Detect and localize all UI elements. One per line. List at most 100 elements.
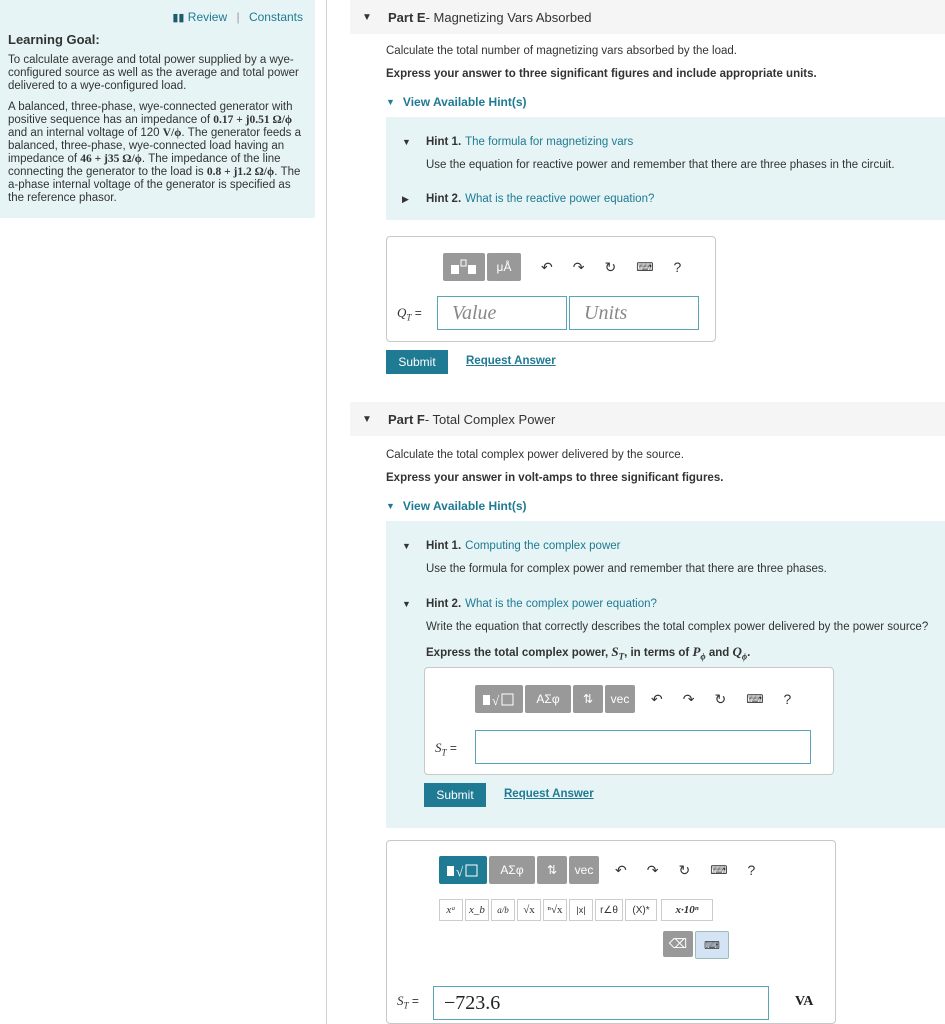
part-e-submit-button[interactable]: Submit [386,350,448,374]
part-e-instruction: Express your answer to three significant… [386,68,817,80]
backspace-icon[interactable]: ⌫ [663,931,693,957]
problem-panel: ▮▮ Review | Constants Learning Goal: To … [0,0,315,218]
nth-root-button[interactable]: ⁿ√x [543,899,567,921]
abs-button[interactable]: |x| [569,899,593,921]
instr-text: , in terms of [624,647,693,659]
part-e-units-input[interactable]: Units [569,296,699,330]
q-phi-symbol: Qϕ [732,644,748,662]
part-e-title: - Magnetizing Vars Absorbed [425,9,592,25]
part-e-toolbar: μÅ ↶ ↷ ↻ ⌨ ? [443,253,681,281]
conjugate-button[interactable]: (X)* [625,899,657,921]
templates-icon: √ [483,693,514,708]
undo-icon[interactable]: ↶ [541,259,553,276]
units-button[interactable]: μÅ [487,253,521,281]
keyboard-icon[interactable]: ⌨ [636,260,653,274]
hint-submit-button[interactable]: Submit [424,783,486,807]
templates-icon [451,259,476,274]
superscript-button[interactable]: xᵃ [439,899,463,921]
part-f-question: Calculate the total complex power delive… [386,449,684,461]
undo-icon[interactable]: ↶ [615,862,627,879]
part-f-hint-1[interactable]: ▼ Hint 1. Computing the complex power [386,540,620,552]
equals-sign: = [408,994,419,1008]
review-link[interactable]: Review [188,10,227,24]
part-f-header[interactable]: ▼ Part F - Total Complex Power [350,402,945,436]
part-e-hint-2[interactable]: ▶ Hint 2. What is the reactive power equ… [386,193,654,205]
polar-button[interactable]: r∠θ [595,899,623,921]
load-impedance: 46 + j35 Ω/ϕ [80,153,142,165]
undo-icon[interactable]: ↶ [651,691,663,708]
problem-text: A balanced, three-phase, wye-connected g… [8,101,307,205]
greek-symbols-button[interactable]: ΑΣφ [525,685,571,713]
redo-icon[interactable]: ↷ [647,862,659,879]
greek-symbols-button[interactable]: ΑΣφ [489,856,535,884]
templates-button-active[interactable]: √ [439,856,487,884]
hint-request-answer[interactable]: Request Answer [504,788,594,800]
problem-statement-box: ▮▮ Review | Constants Learning Goal: To … [0,0,315,218]
chevron-right-icon: ▶ [402,193,409,204]
chevron-down-icon: ▼ [402,137,411,147]
part-e-header[interactable]: ▼ Part E - Magnetizing Vars Absorbed [350,0,945,34]
reset-icon[interactable]: ↻ [714,691,726,708]
sqrt-button[interactable]: √x [517,899,541,921]
hint-var-label: ST = [435,740,457,757]
answer-units: VA [795,994,814,1009]
equals-sign: = [446,741,457,755]
svg-text:√: √ [456,864,464,879]
help-icon[interactable]: ? [748,862,756,878]
redo-icon[interactable]: ↷ [683,691,695,708]
part-f-hints-box: ▼ Hint 1. Computing the complex power Us… [386,521,945,828]
vector-button[interactable]: vec [569,856,599,884]
templates-button[interactable]: √ [475,685,523,713]
part-e-hints-box: ▼ Hint 1. The formula for magnetizing va… [386,117,945,220]
arrows-button[interactable]: ⇅ [573,685,603,713]
part-e-value-input[interactable]: Value [437,296,567,330]
vector-button[interactable]: vec [605,685,635,713]
part-e-request-answer[interactable]: Request Answer [466,355,556,367]
keyboard-icon[interactable]: ⌨ [746,692,763,706]
p-phi-symbol: Pϕ [692,644,706,662]
part-f-hint-2-instruction: Express the total complex power, ST, in … [426,644,751,662]
hint-equation-input[interactable] [475,730,811,764]
hint-number: Hint 1. [426,540,462,552]
hint-number: Hint 2. [426,598,462,610]
part-f-label: Part F [388,411,425,427]
chevron-down-icon: ▼ [402,599,411,609]
part-e-hint-1-body: Use the equation for reactive power and … [426,159,895,171]
part-e-var-label: QT = [397,305,422,322]
keyboard-toggle-icon[interactable]: ⌨ [695,931,729,959]
chevron-down-icon: ▼ [386,97,395,107]
answer-value: −723.6 [444,991,501,1014]
instr-text: and [705,647,733,659]
part-f-answer-box: √ ΑΣφ ⇅ vec ↶ ↷ ↻ ⌨ ? xᵃ x_b a/b √x ⁿ√x … [386,840,836,1024]
reset-icon[interactable]: ↻ [678,862,690,879]
keyboard-icon[interactable]: ⌨ [710,863,727,877]
chevron-down-icon: ▼ [402,541,411,551]
part-f-hint-2[interactable]: ▼ Hint 2. What is the complex power equa… [386,598,657,610]
instr-text: Express the total complex power, [426,647,612,659]
part-f-answer-input[interactable]: −723.6 [433,986,769,1020]
fraction-button[interactable]: a/b [491,899,515,921]
part-e-hint-1[interactable]: ▼ Hint 1. The formula for magnetizing va… [386,136,633,148]
hint-title: Computing the complex power [465,540,621,552]
part-e-answer-box: μÅ ↶ ↷ ↻ ⌨ ? QT = Value Units [386,236,716,342]
view-hints-label: View Available Hint(s) [402,95,527,109]
part-f-view-hints[interactable]: ▼ View Available Hint(s) [350,499,527,513]
redo-icon[interactable]: ↷ [573,259,585,276]
help-icon[interactable]: ? [674,259,682,275]
part-e-view-hints[interactable]: ▼ View Available Hint(s) [350,95,527,109]
subscript-button[interactable]: x_b [465,899,489,921]
arrows-button[interactable]: ⇅ [537,856,567,884]
units-placeholder: Units [584,301,628,324]
constants-link[interactable]: Constants [249,10,303,24]
reset-icon[interactable]: ↻ [604,259,616,276]
st-symbol: ST [611,644,625,662]
templates-button[interactable] [443,253,485,281]
svg-text:√: √ [492,693,500,708]
collapse-icon: ▼ [362,11,372,23]
learning-goal-text: To calculate average and total power sup… [8,54,299,92]
var-symbol: Q [397,305,407,320]
hint-toolbar: √ ΑΣφ ⇅ vec ↶ ↷ ↻ ⌨ ? [475,685,791,713]
sci-notation-button[interactable]: x·10ⁿ [661,899,713,921]
help-icon[interactable]: ? [784,691,792,707]
collapse-icon: ▼ [362,413,372,425]
